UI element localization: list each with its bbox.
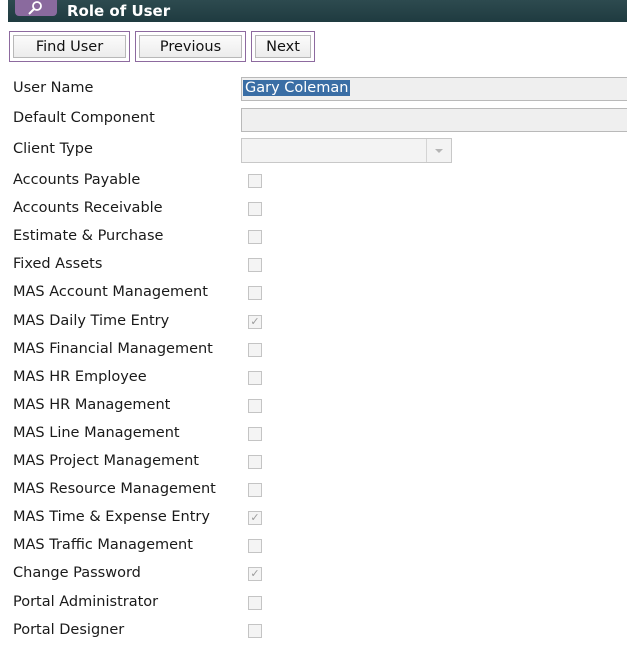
role-row: MAS Time & Expense Entry ✓ xyxy=(0,505,627,533)
role-checkbox[interactable] xyxy=(248,286,262,300)
role-label: Portal Administrator xyxy=(13,594,159,610)
role-label: Portal Designer xyxy=(13,622,125,638)
user-name-row: User Name Gary Coleman xyxy=(0,76,627,104)
role-checkbox[interactable] xyxy=(248,371,262,385)
role-row: Accounts Payable xyxy=(0,168,627,196)
role-row: MAS Daily Time Entry ✓ xyxy=(0,309,627,337)
role-label: MAS Time & Expense Entry xyxy=(13,509,210,525)
window-title: Role of User xyxy=(67,2,171,20)
role-label: MAS Traffic Management xyxy=(13,537,193,553)
role-row: MAS Line Management xyxy=(0,421,627,449)
role-checkbox[interactable] xyxy=(248,230,262,244)
chevron-down-icon xyxy=(435,149,443,153)
role-row: Fixed Assets xyxy=(0,252,627,280)
default-component-row: Default Component xyxy=(0,106,627,134)
client-type-select[interactable] xyxy=(241,138,452,163)
role-row: MAS Resource Management xyxy=(0,477,627,505)
find-user-button[interactable]: Find User xyxy=(9,31,130,62)
role-label: MAS Resource Management xyxy=(13,481,216,497)
checkmark-icon: ✓ xyxy=(250,315,260,328)
role-row: Portal Administrator xyxy=(0,590,627,618)
role-label: Fixed Assets xyxy=(13,256,103,272)
role-checkbox[interactable] xyxy=(248,483,262,497)
client-type-label: Client Type xyxy=(13,141,93,157)
role-label: MAS HR Management xyxy=(13,397,171,413)
role-row: Accounts Receivable xyxy=(0,196,627,224)
role-row: Estimate & Purchase xyxy=(0,224,627,252)
search-icon xyxy=(15,0,57,16)
role-row: MAS Project Management xyxy=(0,449,627,477)
role-label: Accounts Receivable xyxy=(13,200,163,216)
role-row: MAS HR Employee xyxy=(0,365,627,393)
role-row: MAS Traffic Management xyxy=(0,533,627,561)
window-titlebar: Role of User xyxy=(8,0,627,22)
role-label: MAS Account Management xyxy=(13,284,208,300)
role-checkbox[interactable] xyxy=(248,202,262,216)
role-label: MAS Project Management xyxy=(13,453,199,469)
user-name-value: Gary Coleman xyxy=(243,80,351,96)
role-checkbox[interactable] xyxy=(248,455,262,469)
role-label: MAS HR Employee xyxy=(13,369,147,385)
role-checkbox[interactable]: ✓ xyxy=(248,511,262,525)
role-row: Change Password ✓ xyxy=(0,561,627,589)
role-label: MAS Line Management xyxy=(13,425,180,441)
user-name-label: User Name xyxy=(13,80,94,96)
role-row: Portal Designer xyxy=(0,618,627,646)
role-label: MAS Financial Management xyxy=(13,341,213,357)
role-label: Estimate & Purchase xyxy=(13,228,164,244)
role-row: MAS Financial Management xyxy=(0,337,627,365)
role-checkbox[interactable]: ✓ xyxy=(248,315,262,329)
default-component-input[interactable] xyxy=(241,108,627,132)
role-row: MAS Account Management xyxy=(0,280,627,308)
previous-label: Previous xyxy=(139,35,242,58)
next-button[interactable]: Next xyxy=(251,31,315,62)
role-checkbox[interactable] xyxy=(248,624,262,638)
role-checkbox[interactable] xyxy=(248,427,262,441)
next-label: Next xyxy=(255,35,311,58)
find-user-label: Find User xyxy=(13,35,126,58)
role-checkbox[interactable] xyxy=(248,539,262,553)
role-checkbox[interactable] xyxy=(248,596,262,610)
default-component-label: Default Component xyxy=(13,110,155,126)
role-checkbox[interactable] xyxy=(248,343,262,357)
role-label: MAS Daily Time Entry xyxy=(13,313,170,329)
role-label: Accounts Payable xyxy=(13,172,141,188)
checkmark-icon: ✓ xyxy=(250,567,260,580)
role-checkbox[interactable] xyxy=(248,258,262,272)
role-row: MAS HR Management xyxy=(0,393,627,421)
previous-button[interactable]: Previous xyxy=(135,31,246,62)
role-checkbox[interactable]: ✓ xyxy=(248,567,262,581)
role-checkbox[interactable] xyxy=(248,174,262,188)
role-checkbox[interactable] xyxy=(248,399,262,413)
client-type-dropdown-button[interactable] xyxy=(426,139,451,162)
checkmark-icon: ✓ xyxy=(250,511,260,524)
user-name-input[interactable]: Gary Coleman xyxy=(241,77,627,101)
role-label: Change Password xyxy=(13,565,141,581)
